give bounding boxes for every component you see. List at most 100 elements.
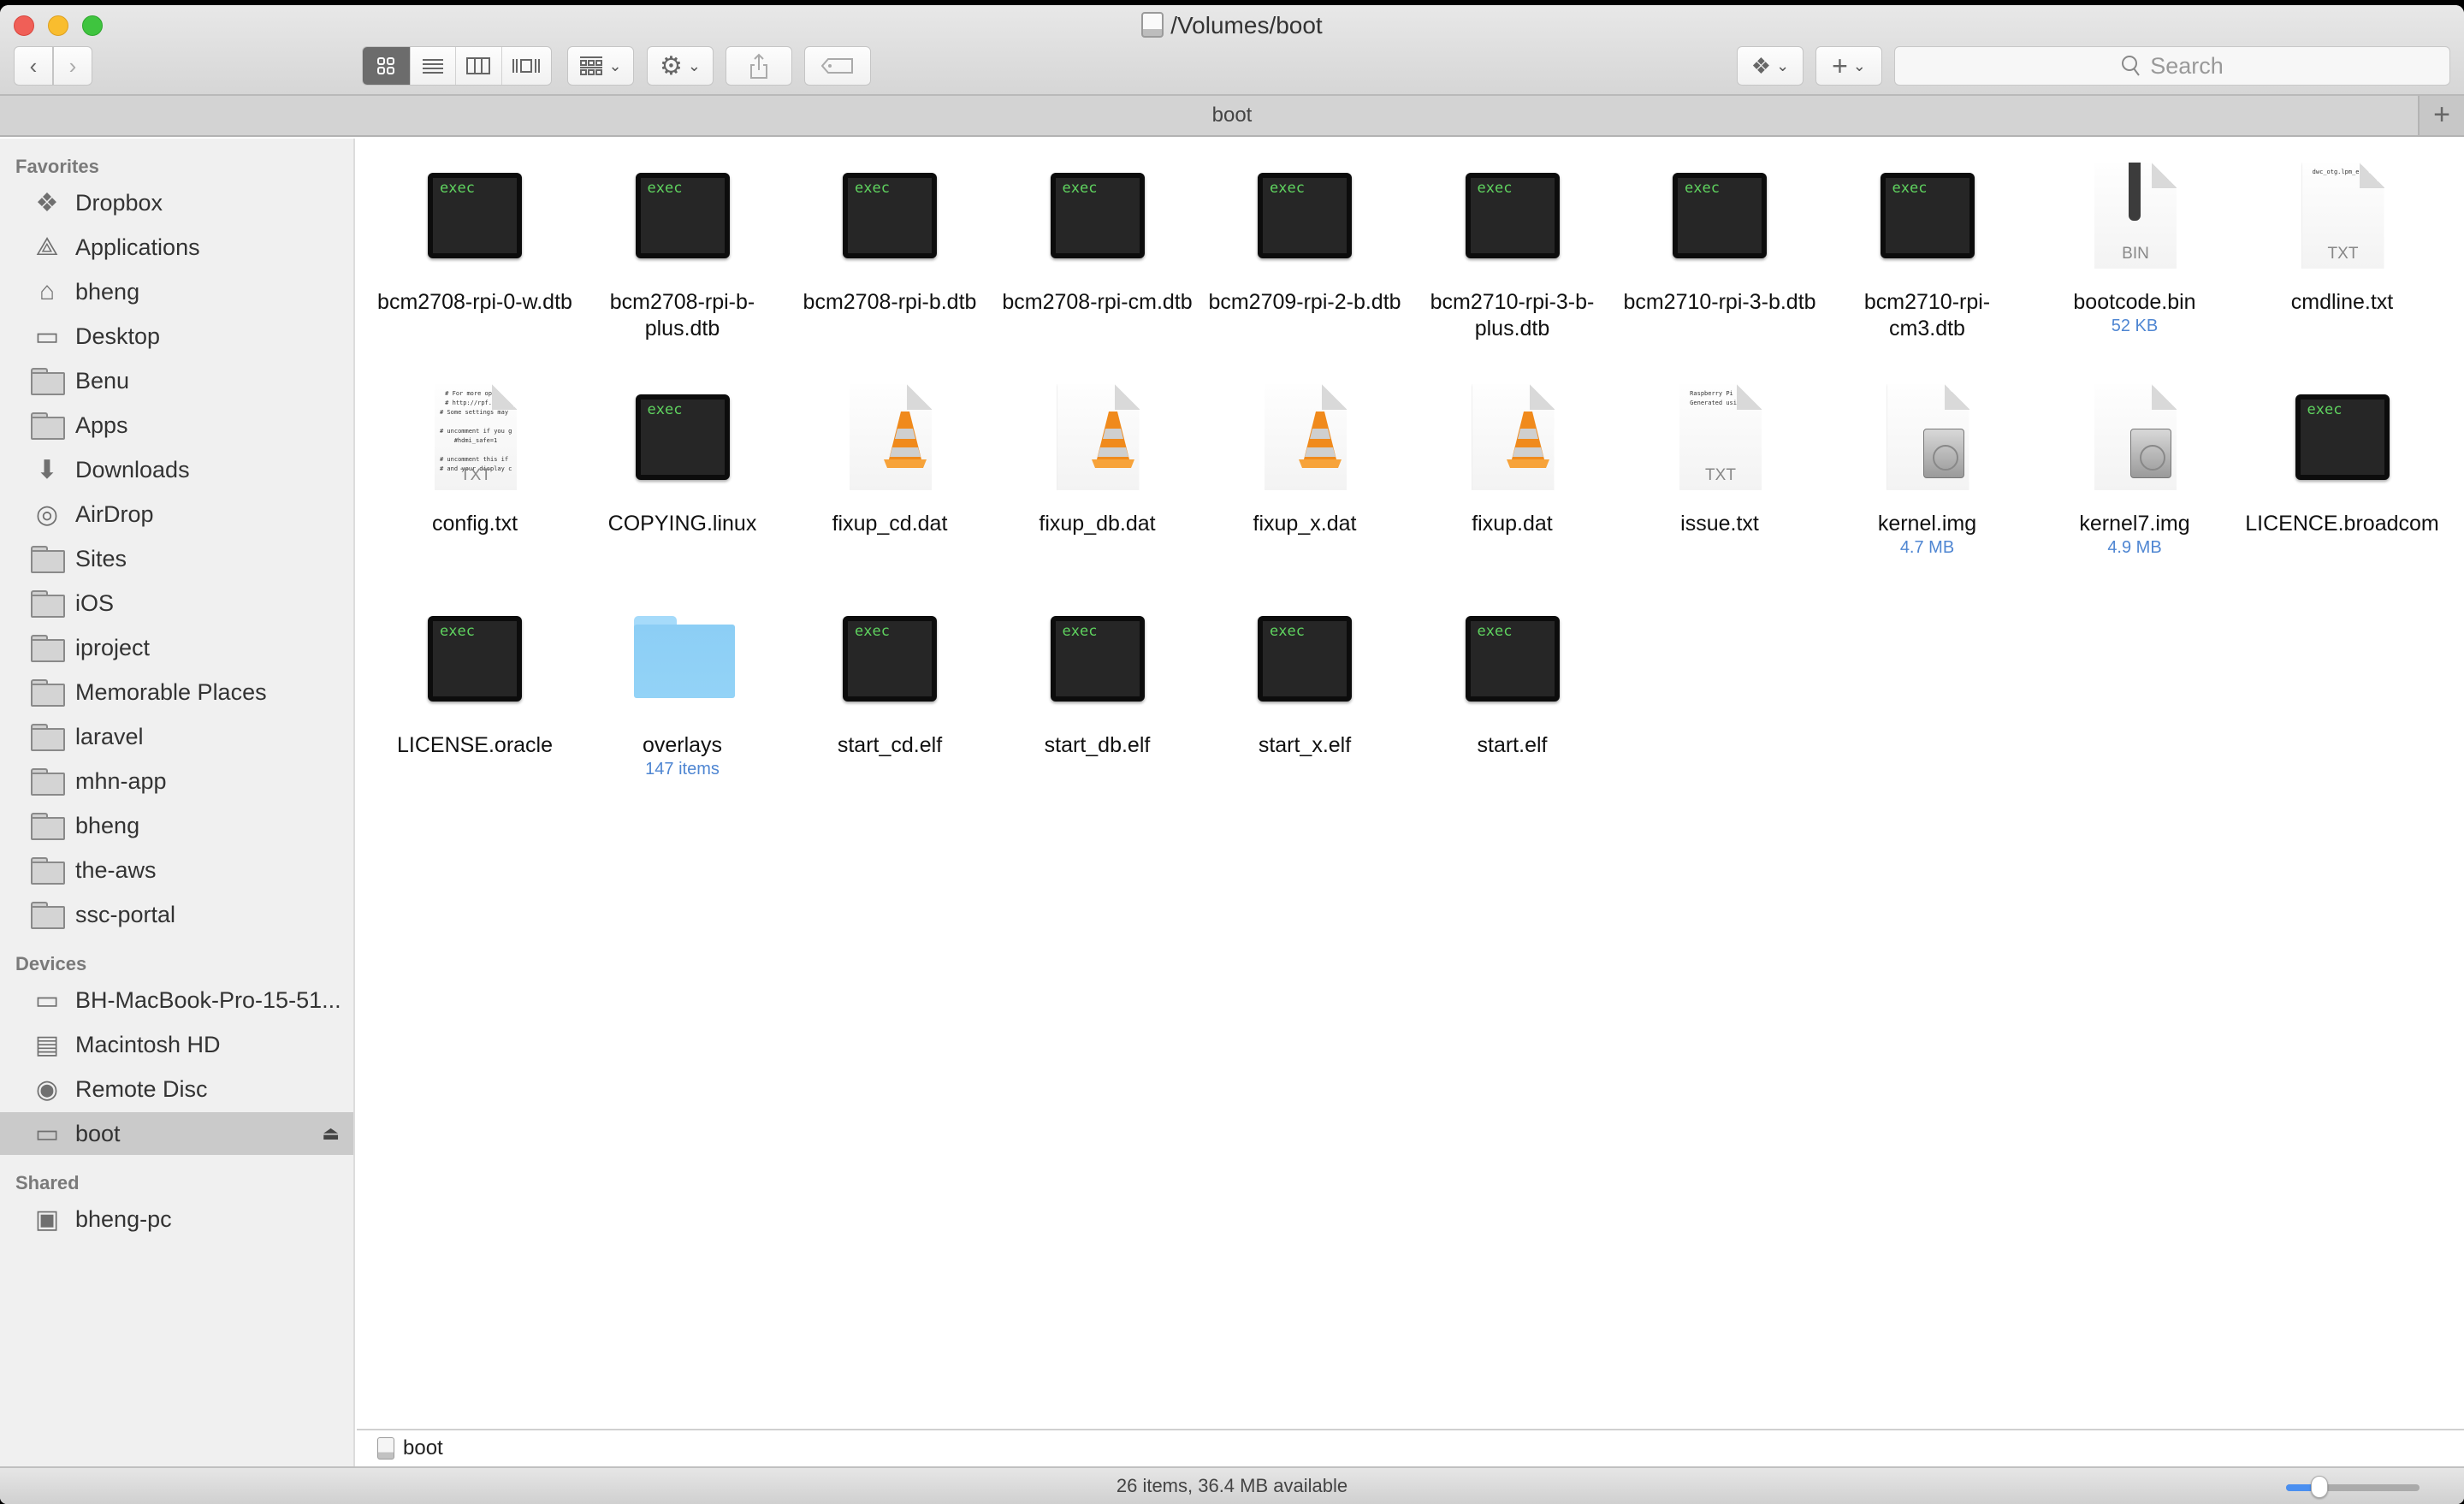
disk-image-file-icon: [2079, 384, 2190, 495]
file-item[interactable]: exec bcm2710-rpi-3-b.dtb: [1621, 163, 1818, 316]
sidebar-item-label: Sites: [75, 545, 127, 571]
exec-badge: exec: [1685, 180, 1720, 197]
file-item[interactable]: exec bcm2708-rpi-0-w.dtb: [376, 163, 573, 316]
vlc-file-icon: [1042, 384, 1153, 495]
sidebar-item-ssc-portal[interactable]: ssc-portal: [0, 893, 353, 936]
file-item[interactable]: exec bcm2710-rpi-3-b-plus.dtb: [1414, 163, 1611, 342]
laptop-icon: ▭: [34, 986, 60, 1015]
file-item[interactable]: fixup_x.dat: [1206, 384, 1403, 537]
file-item[interactable]: exec bcm2710-rpi-cm3.dtb: [1829, 163, 2026, 342]
sidebar-item-label: Macintosh HD: [75, 1031, 221, 1057]
window-title: /Volumes/boot: [0, 10, 2464, 41]
page-fold: [2152, 384, 2177, 410]
sidebar-item-bheng[interactable]: bheng: [0, 804, 353, 847]
file-item[interactable]: Raspberry Pi refe Generated using pTXT is…: [1621, 384, 1818, 537]
file-item[interactable]: # For more option # http://rpf.io/c # So…: [376, 384, 573, 537]
sidebar-item-label: Memorable Places: [75, 678, 267, 705]
icon-size-slider[interactable]: [2286, 1476, 2420, 1498]
file-name: bcm2708-rpi-b-plus.dtb: [609, 290, 755, 340]
file-name: bcm2710-rpi-cm3.dtb: [1863, 290, 1991, 340]
file-item[interactable]: exec COPYING.linux: [584, 384, 781, 537]
file-item[interactable]: exec bcm2708-rpi-cm.dtb: [999, 163, 1196, 316]
file-item[interactable]: dwc_otg.lpm_enabl TXT cmdline.txt: [2244, 163, 2441, 316]
terminal-icon: exec: [843, 616, 937, 702]
file-item[interactable]: fixup_cd.dat: [791, 384, 988, 537]
file-item[interactable]: BIN bootcode.bin 52 KB: [2036, 163, 2233, 336]
exec-file-icon: exec: [834, 606, 945, 717]
list-view-button[interactable]: [410, 47, 457, 85]
file-item[interactable]: exec start_cd.elf: [791, 606, 988, 759]
sidebar-footer: [0, 1429, 355, 1466]
share-button[interactable]: [726, 46, 792, 86]
icon-view-button[interactable]: [363, 47, 411, 85]
file-item[interactable]: exec start_db.elf: [999, 606, 1196, 759]
eject-icon[interactable]: ⏏: [322, 1122, 340, 1145]
file-item[interactable]: kernel.img 4.7 MB: [1829, 384, 2026, 558]
tab-boot[interactable]: boot: [1212, 104, 1253, 127]
dropbox-button[interactable]: ❖ ⌄: [1737, 46, 1804, 86]
file-item[interactable]: kernel7.img 4.9 MB: [2036, 384, 2233, 558]
file-size: 4.9 MB: [2107, 538, 2162, 557]
sidebar-item-dropbox[interactable]: ❖ Dropbox: [0, 181, 353, 224]
sidebar-item-iproject[interactable]: iproject: [0, 626, 353, 669]
file-type-label: BIN: [2122, 245, 2149, 263]
sidebar-item-boot[interactable]: ▭ boot ⏏: [0, 1112, 353, 1155]
new-button[interactable]: + ⌄: [1815, 46, 1882, 86]
file-size: 147 items: [645, 760, 720, 779]
file-item[interactable]: exec LICENCE.broadcom: [2244, 384, 2441, 537]
cover-flow-button[interactable]: [501, 47, 551, 85]
sidebar-item-downloads[interactable]: ⬇ Downloads: [0, 448, 353, 491]
file-name: config.txt: [431, 512, 518, 536]
sidebar-item-bheng[interactable]: ⌂ bheng: [0, 270, 353, 313]
sidebar-item-bh-macbook-pro-15-51[interactable]: ▭ BH-MacBook-Pro-15-51...: [0, 979, 353, 1021]
back-button[interactable]: ‹: [14, 46, 53, 86]
file-item[interactable]: exec LICENSE.oracle: [376, 606, 573, 759]
sidebar-item-mhn-app[interactable]: mhn-app: [0, 760, 353, 802]
new-tab-button[interactable]: +: [2418, 96, 2464, 135]
slider-knob[interactable]: [2311, 1476, 2328, 1498]
file-name: bcm2708-rpi-cm.dtb: [1002, 290, 1193, 314]
file-item[interactable]: exec start.elf: [1414, 606, 1611, 759]
file-item[interactable]: overlays 147 items: [584, 606, 781, 779]
exec-badge: exec: [1270, 623, 1305, 640]
page-fold: [907, 384, 932, 410]
sidebar-item-ios[interactable]: iOS: [0, 582, 353, 625]
sidebar-item-benu[interactable]: Benu: [0, 359, 353, 402]
sidebar-item-apps[interactable]: Apps: [0, 404, 353, 447]
sidebar-item-label: ssc-portal: [75, 901, 176, 927]
column-view-button[interactable]: [456, 47, 502, 85]
sidebar-item-bheng-pc[interactable]: ▣ bheng-pc: [0, 1198, 353, 1241]
file-item[interactable]: fixup_db.dat: [999, 384, 1196, 537]
file-item[interactable]: exec bcm2708-rpi-b-plus.dtb: [584, 163, 781, 342]
action-button[interactable]: ⚙ ⌄: [647, 46, 714, 86]
exec-file-icon: exec: [627, 384, 738, 495]
sidebar-item-the-aws[interactable]: the-aws: [0, 849, 353, 891]
exec-file-icon: exec: [419, 606, 530, 717]
sidebar-item-remote-disc[interactable]: ◉ Remote Disc: [0, 1068, 353, 1110]
search-input[interactable]: Search: [1894, 46, 2450, 86]
tags-button[interactable]: [804, 46, 871, 86]
sidebar-item-macintosh-hd[interactable]: ▤ Macintosh HD: [0, 1023, 353, 1066]
sidebar-item-sites[interactable]: Sites: [0, 537, 353, 580]
path-item-boot[interactable]: boot: [403, 1436, 443, 1460]
forward-button[interactable]: ›: [53, 46, 92, 86]
sidebar-item-desktop[interactable]: ▭ Desktop: [0, 315, 353, 358]
home-icon: ⌂: [38, 277, 56, 305]
exec-badge: exec: [440, 623, 475, 640]
folder-icon: [31, 813, 65, 840]
file-item[interactable]: fixup.dat: [1414, 384, 1611, 537]
hard-drive-icon: ▤: [34, 1030, 60, 1059]
sidebar-item-label: bheng-pc: [75, 1205, 172, 1232]
file-name: LICENSE.oracle: [396, 733, 554, 757]
sidebar-item-memorable-places[interactable]: Memorable Places: [0, 671, 353, 714]
sidebar-item-label: Benu: [75, 367, 130, 394]
file-item[interactable]: exec start_x.elf: [1206, 606, 1403, 759]
status-bar: 26 items, 36.4 MB available: [0, 1466, 2464, 1504]
sidebar-item-laravel[interactable]: laravel: [0, 715, 353, 758]
exec-badge: exec: [647, 180, 683, 197]
sidebar-item-applications[interactable]: ⟁ Applications: [0, 226, 353, 269]
arrange-button[interactable]: ⌄: [567, 46, 634, 86]
sidebar-item-airdrop[interactable]: ◎ AirDrop: [0, 493, 353, 536]
file-item[interactable]: exec bcm2709-rpi-2-b.dtb: [1206, 163, 1403, 316]
file-item[interactable]: exec bcm2708-rpi-b.dtb: [791, 163, 988, 316]
